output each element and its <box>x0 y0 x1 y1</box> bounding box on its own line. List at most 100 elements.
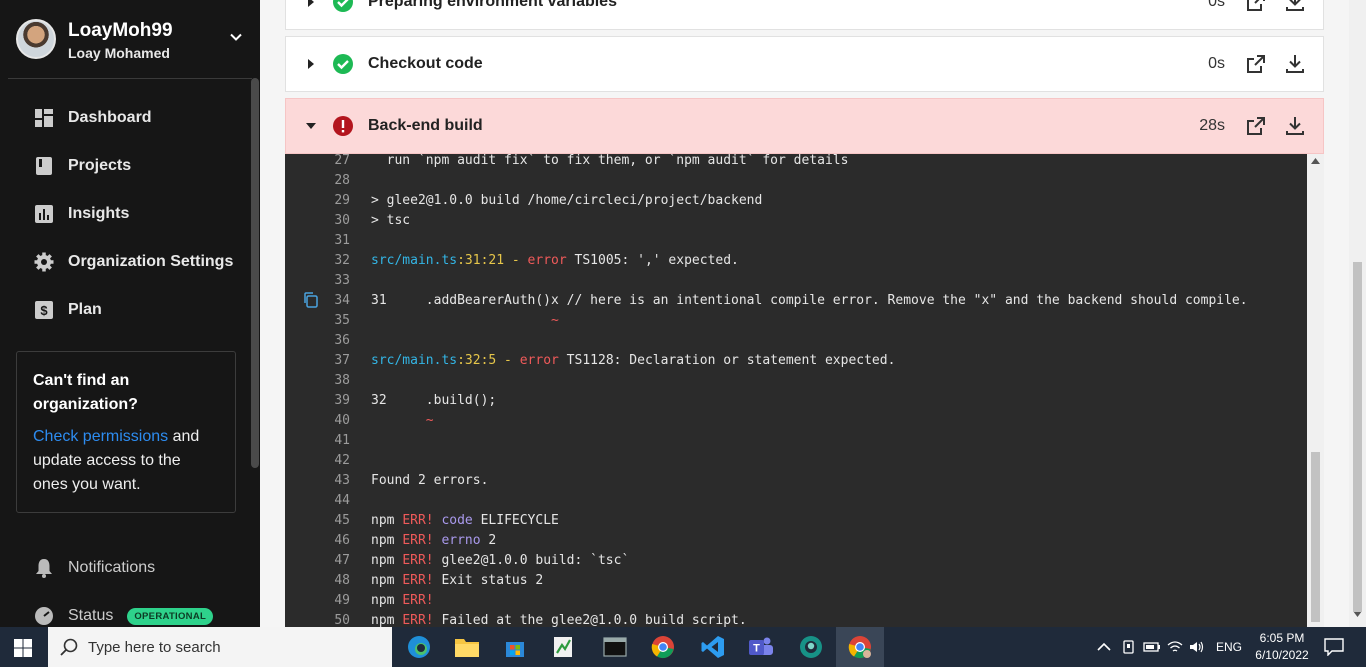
user-menu[interactable]: LoayMoh99 Loay Mohamed <box>16 19 256 63</box>
error-icon <box>333 116 353 136</box>
open-external-icon[interactable] <box>1245 115 1267 137</box>
log-line-text: Found 2 errors. <box>371 473 489 488</box>
log-line-number: 37 <box>334 353 350 368</box>
download-icon[interactable] <box>1284 0 1306 13</box>
log-line-text: npm ERR! errno 2 <box>371 533 497 548</box>
avatar <box>16 19 56 59</box>
log-line-number: 39 <box>334 393 350 408</box>
log-line-text: npm ERR! Failed at the glee2@1.0.0 build… <box>371 613 747 627</box>
sidebar-nav: Dashboard Projects Insights Organization… <box>0 94 252 334</box>
step-duration: 0s <box>1208 0 1225 10</box>
step-back-end-build[interactable]: Back-end build 28s <box>285 98 1324 154</box>
scroll-up-icon[interactable] <box>1311 158 1320 164</box>
wifi-icon[interactable] <box>1167 640 1183 654</box>
device-icon[interactable] <box>1121 639 1137 655</box>
log-line: 39 32 .build(); <box>285 391 1307 411</box>
sidebar-item-organization-settings[interactable]: Organization Settings <box>0 238 252 286</box>
step-name: Preparing environment variables <box>368 0 617 10</box>
chevron-down-icon[interactable] <box>228 29 244 45</box>
chrome-icon[interactable] <box>639 627 687 667</box>
volume-icon[interactable] <box>1189 640 1205 654</box>
edge-app-icon[interactable] <box>395 627 443 667</box>
log-line-text: run `npm audit fix` to fix them, or `npm… <box>371 154 849 168</box>
log-line: 45 npm ERR! code ELIFECYCLE <box>285 511 1307 531</box>
vscode-icon[interactable] <box>689 627 737 667</box>
step-preparing-env[interactable]: Preparing environment variables 0s <box>285 0 1324 30</box>
notification-center-icon[interactable] <box>1324 638 1344 656</box>
windows-start-icon[interactable] <box>14 639 32 657</box>
success-check-icon <box>333 54 353 74</box>
step-checkout-code[interactable]: Checkout code 0s <box>285 36 1324 92</box>
gear-icon <box>34 252 54 272</box>
log-line: 36 <box>285 331 1307 351</box>
file-explorer-icon[interactable] <box>443 627 491 667</box>
open-external-icon[interactable] <box>1245 53 1267 75</box>
log-line-number: 35 <box>334 313 350 328</box>
download-icon[interactable] <box>1284 53 1306 75</box>
username: LoayMoh99 <box>68 20 173 41</box>
notifications-item[interactable]: Notifications <box>34 556 155 580</box>
log-line: 31 <box>285 231 1307 251</box>
log-line-number: 29 <box>334 193 350 208</box>
log-line-number: 48 <box>334 573 350 588</box>
sidebar-item-insights[interactable]: Insights <box>0 190 252 238</box>
taskbar-search[interactable]: Type here to search <box>48 627 392 667</box>
clock-date: 6/10/2022 <box>1255 648 1309 662</box>
sidebar-item-label: Plan <box>68 301 102 318</box>
log-line: 28 <box>285 171 1307 191</box>
log-line-number: 49 <box>334 593 350 608</box>
gitkraken-icon[interactable] <box>787 627 835 667</box>
step-name: Checkout code <box>368 55 483 72</box>
log-line: 50 npm ERR! Failed at the glee2@1.0.0 bui… <box>285 611 1307 627</box>
page-scrollbar-thumb[interactable] <box>1353 262 1362 612</box>
bell-icon <box>34 558 54 578</box>
status-gauge-icon <box>34 606 54 626</box>
check-permissions-link[interactable]: Check permissions <box>33 428 168 445</box>
log-line: 30 > tsc <box>285 211 1307 231</box>
caret-right-icon[interactable] <box>306 0 316 7</box>
log-line: 33 <box>285 271 1307 291</box>
status-label: Status <box>68 607 114 624</box>
step-duration: 0s <box>1208 55 1225 72</box>
bar-chart-icon <box>34 204 54 224</box>
console-scrollbar-thumb[interactable] <box>1311 452 1320 622</box>
log-line-number: 38 <box>334 373 350 388</box>
store-icon[interactable] <box>491 627 539 667</box>
search-icon <box>60 638 78 656</box>
log-line-number: 33 <box>334 273 350 288</box>
log-line: 27 run `npm audit fix` to fix them, or `… <box>285 154 1307 171</box>
success-check-icon <box>333 0 353 12</box>
terminal-app-icon[interactable] <box>591 627 639 667</box>
sidebar-item-label: Projects <box>68 157 132 174</box>
teams-icon[interactable]: T <box>737 627 785 667</box>
log-line-number: 41 <box>334 433 350 448</box>
log-line: 34 31 .addBearerAuth()x // here is an int… <box>285 291 1307 311</box>
step-duration: 28s <box>1199 117 1225 134</box>
language-indicator[interactable]: ENG <box>1216 640 1242 654</box>
log-line: 32 src/main.ts:31:21 - error TS1005: ',' … <box>285 251 1307 271</box>
open-external-icon[interactable] <box>1245 0 1267 13</box>
caret-down-icon[interactable] <box>306 121 316 131</box>
status-item[interactable]: Status OPERATIONAL <box>34 604 214 627</box>
battery-icon[interactable] <box>1143 641 1161 653</box>
sidebar-item-dashboard[interactable]: Dashboard <box>0 94 252 142</box>
sidebar-item-label: Insights <box>68 205 130 222</box>
log-line-number: 34 <box>334 293 350 308</box>
svg-text:T: T <box>753 643 760 655</box>
caret-right-icon[interactable] <box>306 59 316 69</box>
sidebar-item-projects[interactable]: Projects <box>0 142 252 190</box>
download-icon[interactable] <box>1284 115 1306 137</box>
sidebar-item-label: Dashboard <box>68 109 152 126</box>
notes-app-icon[interactable] <box>539 627 587 667</box>
step-name: Back-end build <box>368 117 483 134</box>
sidebar-scrollbar[interactable] <box>251 78 259 468</box>
build-log-console[interactable]: 27 run `npm audit fix` to fix them, or `… <box>285 154 1307 627</box>
sidebar: LoayMoh99 Loay Mohamed Dashboard Project… <box>0 0 260 627</box>
log-line-number: 45 <box>334 513 350 528</box>
log-line-number: 40 <box>334 413 350 428</box>
chrome-active-icon[interactable] <box>836 627 884 667</box>
taskbar-clock[interactable]: 6:05 PM 6/10/2022 <box>1250 630 1314 664</box>
log-line: 46 npm ERR! errno 2 <box>285 531 1307 551</box>
sidebar-item-plan[interactable]: $ Plan <box>0 286 252 334</box>
chevron-up-icon[interactable] <box>1097 642 1111 652</box>
